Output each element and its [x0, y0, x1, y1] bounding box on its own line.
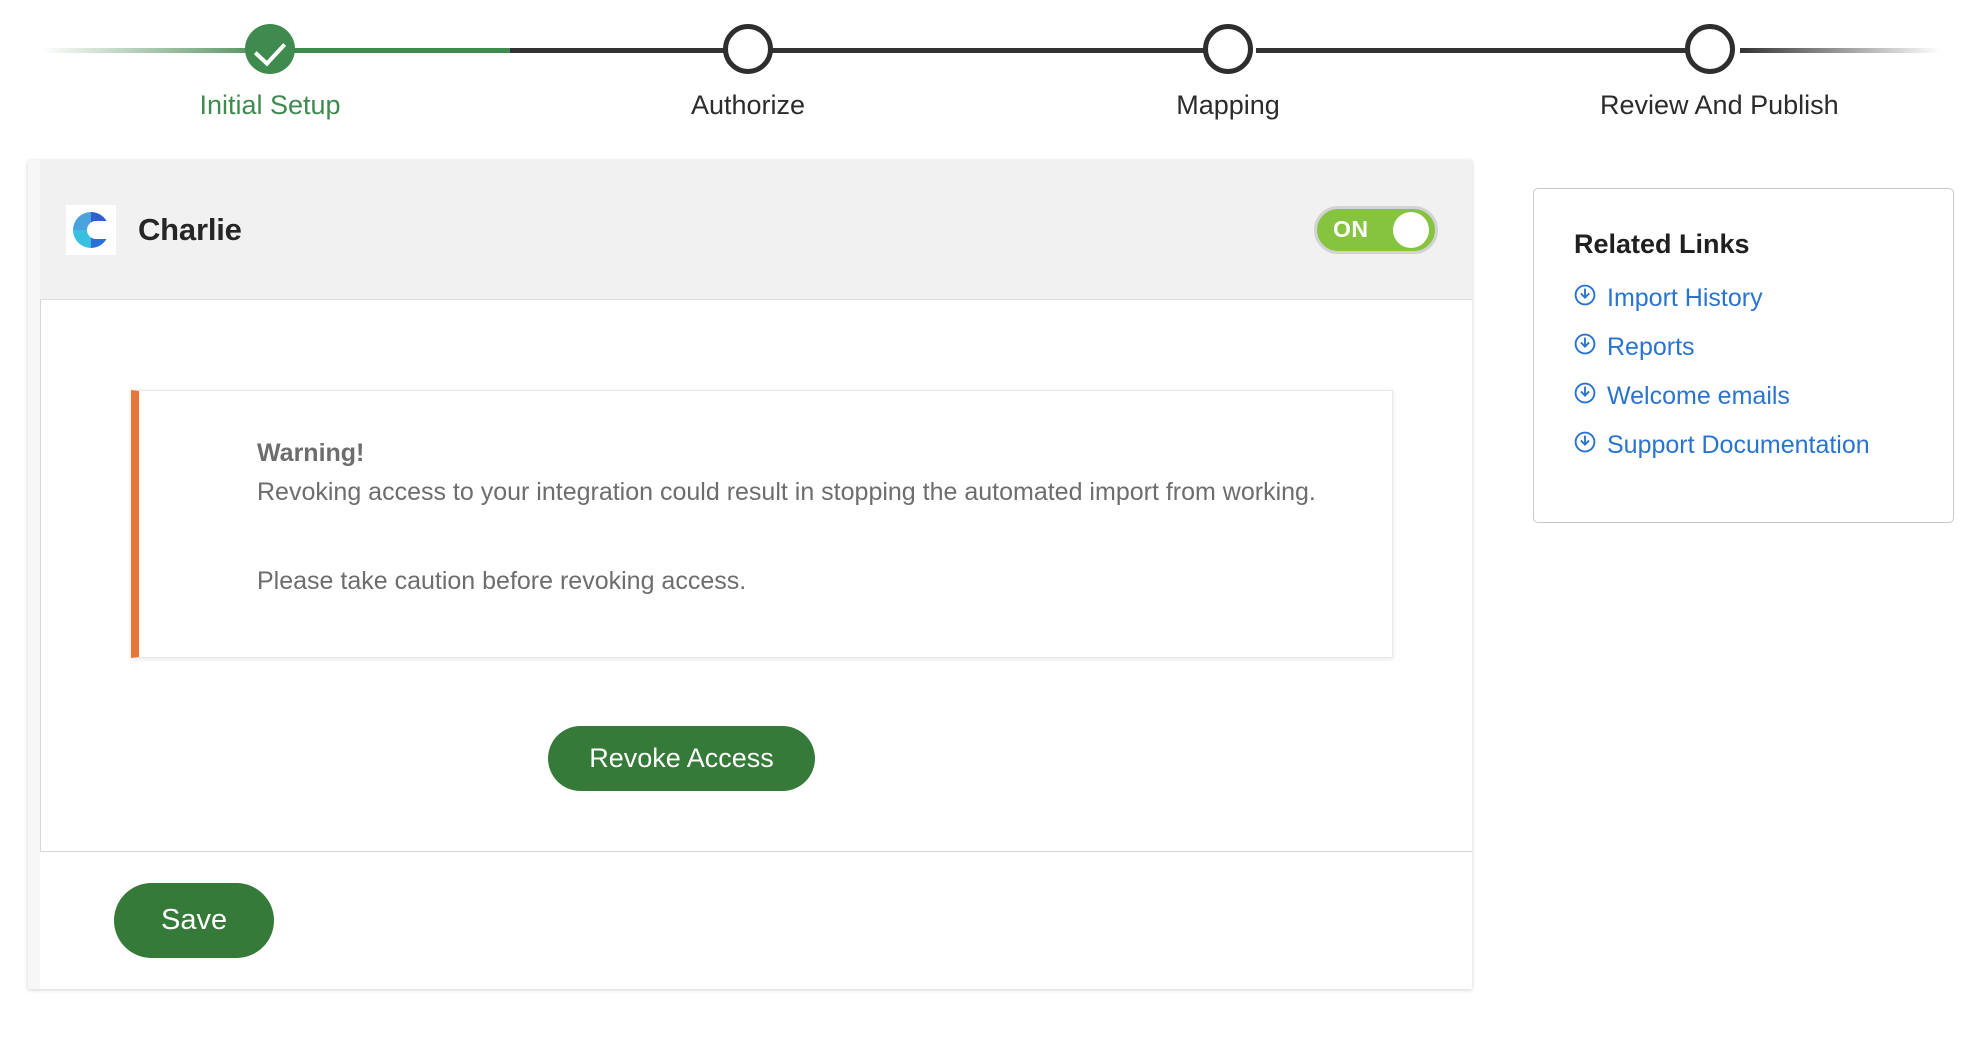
step-marker-circle-icon	[1685, 24, 1735, 74]
related-link-label: Support Documentation	[1607, 431, 1870, 459]
integration-name: Charlie	[138, 211, 242, 247]
integration-card-footer: Save	[28, 160, 1472, 989]
revoke-action-row: Revoke Access	[41, 725, 1472, 791]
related-link-import-history[interactable]: Import History	[1574, 284, 1917, 313]
revoke-access-button[interactable]: Revoke Access	[548, 725, 815, 791]
save-button[interactable]: Save	[114, 882, 275, 958]
step-marker-circle-icon	[1203, 24, 1253, 74]
step-review-and-publish[interactable]: Review And Publish	[1600, 0, 1839, 121]
step-label-initial-setup: Initial Setup	[199, 90, 341, 120]
step-marker-circle-icon	[723, 24, 773, 74]
warning-title: Warning!	[257, 439, 365, 467]
download-circle-icon	[1574, 431, 1596, 460]
toggle-state-label: ON	[1333, 216, 1369, 242]
related-link-reports[interactable]: Reports	[1574, 333, 1917, 362]
footer-left-stripe	[28, 160, 40, 989]
step-label-authorize: Authorize	[690, 90, 806, 120]
revoke-warning-box: Warning! Revoking access to your integra…	[131, 390, 1393, 658]
warning-message-secondary: Please take caution before revoking acce…	[257, 566, 747, 595]
integration-brand: Charlie	[66, 204, 1314, 255]
step-label-review-and-publish: Review And Publish	[1600, 90, 1839, 120]
related-link-welcome-emails[interactable]: Welcome emails	[1574, 382, 1917, 411]
related-links-title: Related Links	[1574, 229, 1750, 259]
step-initial-setup[interactable]: Initial Setup	[160, 0, 380, 121]
step-mapping[interactable]: Mapping	[1118, 0, 1338, 121]
related-link-label: Reports	[1607, 333, 1695, 361]
download-circle-icon	[1574, 382, 1596, 411]
related-link-support-documentation[interactable]: Support Documentation	[1574, 431, 1917, 460]
integration-card: Charlie ON Warning! Revoking access to y…	[28, 160, 1472, 989]
step-authorize[interactable]: Authorize	[638, 0, 858, 121]
step-marker-check-icon	[245, 24, 295, 74]
warning-message-primary: Revoking access to your integration coul…	[257, 478, 1316, 506]
related-links-panel: Related Links Import History Reports Wel…	[1533, 188, 1954, 523]
toggle-knob	[1393, 211, 1429, 248]
integration-card-header: Charlie ON	[28, 160, 1472, 300]
download-circle-icon	[1574, 284, 1596, 313]
integration-enabled-toggle[interactable]: ON	[1314, 205, 1438, 254]
step-label-mapping: Mapping	[1176, 90, 1280, 120]
related-link-label: Import History	[1607, 284, 1763, 312]
integration-card-body-wrap: Warning! Revoking access to your integra…	[28, 300, 1472, 851]
charlie-logo-icon	[66, 204, 116, 255]
wizard-stepper: Initial Setup Authorize Mapping Review A…	[0, 0, 1964, 160]
download-circle-icon	[1574, 333, 1596, 362]
related-link-label: Welcome emails	[1607, 382, 1790, 410]
integration-card-body: Warning! Revoking access to your integra…	[40, 300, 1472, 851]
